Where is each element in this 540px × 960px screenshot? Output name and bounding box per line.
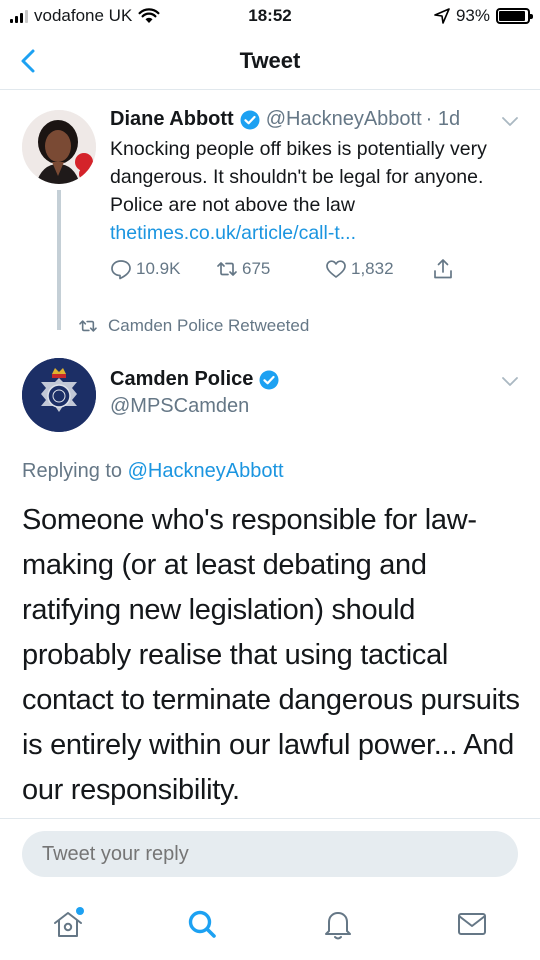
tab-bar [0, 888, 540, 960]
author-name[interactable]: Camden Police [110, 368, 253, 391]
replying-to: Replying to @HackneyAbbott [22, 460, 284, 483]
share-action[interactable] [432, 258, 454, 280]
tweet-menu-chevron-icon[interactable] [500, 375, 520, 389]
like-action[interactable]: 1,832 [325, 258, 394, 280]
replying-to-prefix: Replying to [22, 460, 123, 482]
battery-percent: 93% [455, 6, 490, 25]
replying-to-mention[interactable]: @HackneyAbbott [128, 460, 284, 482]
reply-action[interactable]: 10.9K [110, 258, 180, 280]
retweet-action[interactable]: 675 [216, 258, 270, 280]
share-icon [434, 259, 452, 279]
retweet-icon [217, 262, 237, 276]
reply-bar [0, 818, 540, 888]
search-icon [188, 910, 216, 938]
nav-bar: Tweet [0, 34, 540, 90]
tweet-actions: 10.9K 675 1,832 [110, 258, 470, 288]
verified-badge-icon [259, 370, 279, 389]
tweet-menu-chevron-icon[interactable] [500, 115, 520, 129]
main-author-row: Camden Police [110, 368, 285, 391]
police-crest-icon [22, 358, 96, 432]
article-link[interactable]: thetimes.co.uk/article/call-t... [110, 219, 356, 247]
author-name[interactable]: Diane Abbott [110, 108, 234, 131]
retweeted-by-label[interactable]: Camden Police Retweeted [108, 316, 309, 336]
status-right: 93% [434, 6, 533, 26]
retweet-count: 675 [242, 259, 271, 278]
reply-count: 10.9K [136, 259, 181, 278]
author-handle[interactable]: @HackneyAbbott [266, 108, 422, 131]
avatar-photo [22, 110, 96, 184]
main-tweet-text: Someone who's responsible for law-making… [22, 504, 520, 806]
retweet-icon [79, 320, 97, 332]
heart-icon [326, 260, 346, 278]
parent-author-row: Diane Abbott @HackneyAbbott · 1d [110, 108, 460, 131]
tweet-age: · 1d [425, 108, 461, 130]
notifications-icon [325, 912, 351, 940]
reply-icon [111, 260, 131, 280]
author-handle[interactable]: @MPSCamden [110, 395, 249, 418]
avatar-camden-police[interactable] [22, 358, 96, 432]
page-title: Tweet [239, 48, 301, 73]
reply-input[interactable] [22, 831, 518, 877]
tab-home[interactable] [50, 906, 86, 942]
verified-badge-icon [240, 110, 260, 129]
retweeted-by: Camden Police Retweeted [78, 316, 309, 336]
tab-search[interactable] [184, 906, 220, 942]
messages-icon [458, 913, 486, 935]
battery-fill [499, 11, 526, 21]
home-new-indicator [76, 907, 84, 915]
avatar-diane-abbott[interactable] [22, 110, 96, 184]
tab-messages[interactable] [454, 906, 490, 942]
parent-tweet-text: Knocking people off bikes is potentially… [110, 138, 487, 216]
location-arrow-icon [434, 8, 450, 24]
thread-line [57, 190, 61, 330]
like-count: 1,832 [351, 259, 394, 278]
status-bar: vodafone UK 18:52 93% [0, 0, 540, 34]
tab-notifications[interactable] [320, 906, 356, 942]
battery-icon [496, 8, 533, 24]
